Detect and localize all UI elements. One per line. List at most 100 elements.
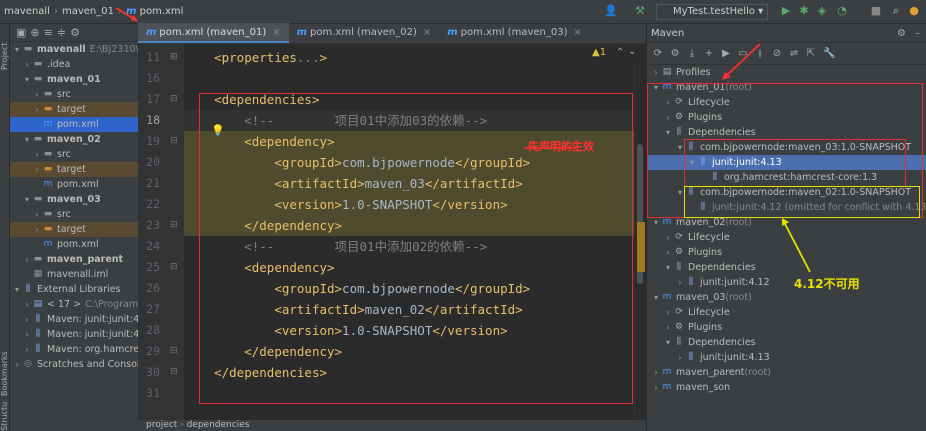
profile-icon[interactable]: ◔ (836, 5, 848, 17)
chevron-down-icon[interactable]: ⌄ (628, 46, 636, 57)
project-tree-item[interactable]: ▾ ⫼ External Libraries (10, 282, 138, 297)
editor-scrollbar[interactable] (634, 64, 646, 420)
close-icon[interactable]: × (423, 27, 431, 38)
chevron-icon[interactable]: › (663, 245, 673, 260)
maven-tree-item[interactable]: ▾ m maven_03 (root) (647, 290, 926, 305)
project-tree-item[interactable]: › ▬ .idea (10, 57, 138, 72)
locate-icon[interactable]: ⊕ (30, 26, 39, 39)
project-tree-item[interactable]: › ⫼ Maven: junit:junit:4 (10, 327, 138, 342)
collapse-icon[interactable]: ≡ (44, 26, 53, 39)
user-icon[interactable]: 👤 (604, 5, 618, 17)
chevron-icon[interactable]: › (651, 380, 661, 395)
editor-tab[interactable]: m pom.xml (maven_01) × (138, 23, 289, 43)
chevron-icon[interactable]: ▾ (12, 282, 22, 297)
maven-tree-item[interactable]: › ⫼ junit:junit:4.12 (647, 275, 926, 290)
download-icon[interactable]: ⤓ (687, 48, 697, 59)
chevron-icon[interactable]: ▾ (22, 72, 32, 87)
avatar[interactable]: ● (908, 5, 920, 17)
project-tree-item[interactable]: m pom.xml (10, 117, 138, 132)
chevron-icon[interactable]: › (22, 297, 32, 312)
chevron-icon[interactable]: › (12, 357, 22, 372)
chevron-icon[interactable]: › (32, 147, 42, 162)
project-tree-item[interactable]: › ⫼ Maven: org.hamcre (10, 342, 138, 357)
project-tree-item[interactable]: › ▬ maven_parent (10, 252, 138, 267)
breadcrumb-file[interactable]: m pom.xml (126, 6, 183, 17)
close-icon[interactable]: × (573, 27, 581, 38)
chevron-icon[interactable]: › (663, 230, 673, 245)
chevron-icon[interactable]: › (22, 327, 32, 342)
chevron-icon[interactable]: › (32, 222, 42, 237)
hammer-icon[interactable]: ⚒ (634, 5, 646, 17)
project-tree-item[interactable]: ▾ ▬ maven_02 (10, 132, 138, 147)
fold-icon[interactable]: ⊟ (170, 262, 178, 272)
project-tree-item[interactable]: › ▬ target (10, 102, 138, 117)
chevron-icon[interactable]: › (22, 57, 32, 72)
project-tree-item[interactable]: › ▬ src (10, 207, 138, 222)
breadcrumb-module[interactable]: maven_01 (62, 6, 114, 17)
project-tree-item[interactable]: m pom.xml (10, 237, 138, 252)
chevron-icon[interactable]: › (663, 305, 673, 320)
chevron-up-icon[interactable]: ⌃ (616, 47, 624, 58)
run-icon[interactable]: ▶ (721, 48, 731, 59)
chevron-icon[interactable]: › (675, 275, 685, 290)
minimize-icon[interactable]: – (915, 24, 920, 43)
code-line[interactable]: <properties...> (184, 47, 327, 68)
project-tree-item[interactable]: ▾ ▬ maven_03 (10, 192, 138, 207)
stop-icon[interactable]: ■ (870, 5, 882, 17)
chevron-icon[interactable]: › (22, 252, 32, 267)
chevron-icon[interactable]: › (651, 365, 661, 380)
debug-icon[interactable]: ✱ (798, 5, 810, 17)
maven-tree-item[interactable]: › ▤ Profiles (647, 65, 926, 80)
add-icon[interactable]: + (704, 48, 714, 59)
project-tree-item[interactable]: ▦ mavenall.iml (10, 267, 138, 282)
show-dependencies-icon[interactable]: ⇌ (789, 48, 799, 59)
chevron-icon[interactable]: › (32, 207, 42, 222)
project-tree-item[interactable]: › ▬ src (10, 87, 138, 102)
breadcrumb-project[interactable]: mavenall (4, 6, 50, 17)
search-icon[interactable]: ⌕ (890, 5, 902, 17)
toggle-offline-icon[interactable]: ⫲ (755, 48, 765, 59)
chevron-icon[interactable]: ▾ (663, 335, 673, 350)
project-tree-item[interactable]: ▾ ▬ mavenall E:\BJ2310\ (10, 42, 138, 57)
chevron-icon[interactable]: › (675, 350, 685, 365)
chevron-icon[interactable]: ▾ (22, 132, 32, 147)
chevron-icon[interactable]: ▾ (12, 42, 22, 57)
project-tree-item[interactable]: › ▬ target (10, 162, 138, 177)
maven-tree-item[interactable]: ▾ ⫼ Dependencies (647, 335, 926, 350)
chevron-icon[interactable]: ▾ (663, 260, 673, 275)
fold-icon[interactable]: ⊟ (170, 136, 178, 146)
chevron-icon[interactable]: ▾ (651, 290, 661, 305)
chevron-icon[interactable]: › (651, 65, 661, 80)
project-tree-item[interactable]: › ⫼ Maven: junit:junit:4 (10, 312, 138, 327)
structure-tool-tab[interactable]: Structure (0, 402, 10, 431)
coverage-icon[interactable]: ◈ (816, 5, 828, 17)
maven-tree-item[interactable]: ▾ ⫼ Dependencies (647, 260, 926, 275)
maven-tree-item[interactable]: › ⚙ Plugins (647, 245, 926, 260)
settings-icon[interactable]: 🔧 (823, 48, 835, 59)
collapse-all-icon[interactable]: ⇱ (806, 48, 816, 59)
project-tree-item[interactable]: m pom.xml (10, 177, 138, 192)
bookmarks-tool-tab[interactable]: Bookmarks (0, 346, 10, 396)
warning-count[interactable]: ▲1 (592, 47, 606, 58)
fold-icon[interactable]: ⊟ (170, 367, 178, 377)
maven-tree-item[interactable]: › ⟳ Lifecycle (647, 305, 926, 320)
fold-icon[interactable]: ⊞ (170, 52, 178, 62)
chevron-icon[interactable]: › (22, 312, 32, 327)
run-configuration-select[interactable]: MyTest.testHello ▾ (656, 4, 768, 20)
fold-icon[interactable]: ⊟ (170, 346, 178, 356)
gear-icon[interactable]: ⚙ (897, 24, 906, 43)
maven-tree-item[interactable]: › ⚙ Plugins (647, 320, 926, 335)
project-tree-item[interactable]: › ▬ src (10, 147, 138, 162)
maven-tree-item[interactable]: › ⫼ junit:junit:4.13 (647, 350, 926, 365)
generate-sources-icon[interactable]: ⚙ (670, 48, 680, 59)
execute-goal-icon[interactable]: ▭ (738, 48, 748, 59)
editor-breadcrumb-item[interactable]: project (146, 420, 177, 430)
chevron-icon[interactable]: › (32, 87, 42, 102)
project-tree-item[interactable]: ▾ ▬ maven_01 (10, 72, 138, 87)
close-icon[interactable]: × (272, 27, 280, 38)
maven-tree-item[interactable]: › m maven_parent (root) (647, 365, 926, 380)
maven-tree-item[interactable]: › m maven_son (647, 380, 926, 395)
chevron-icon[interactable]: › (32, 102, 42, 117)
chevron-icon[interactable]: › (32, 162, 42, 177)
layout-icon[interactable]: ▣ (16, 26, 26, 39)
